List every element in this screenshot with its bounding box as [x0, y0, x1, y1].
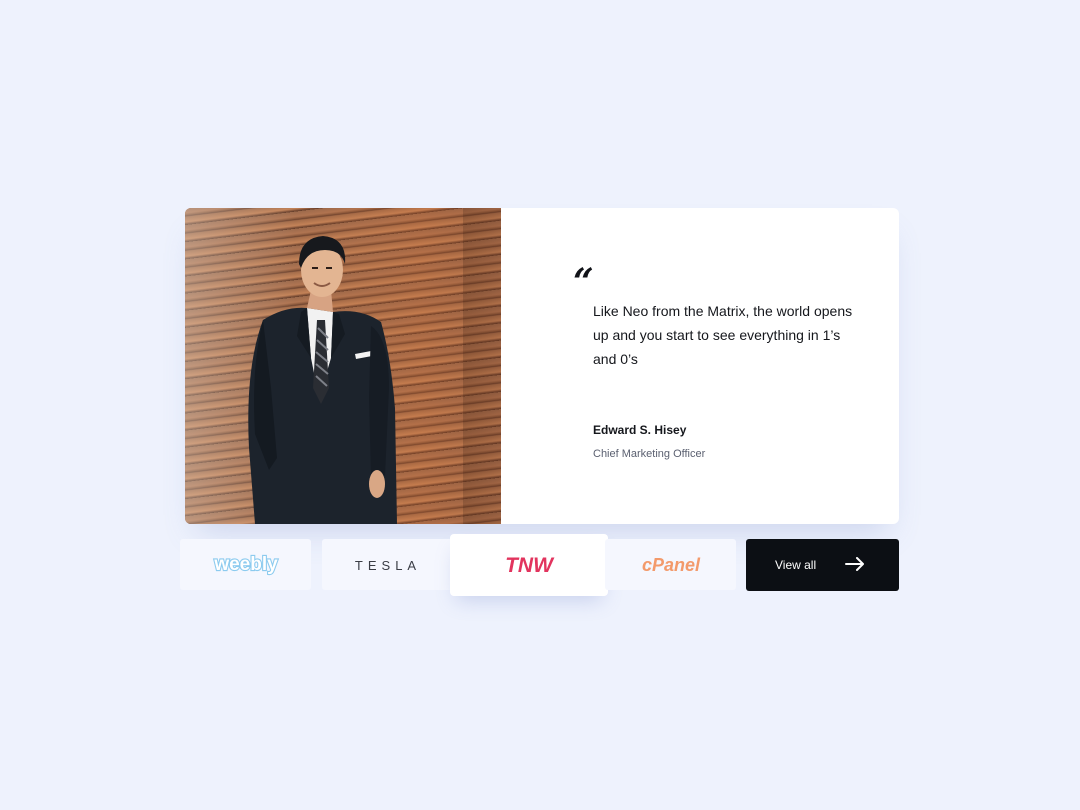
author-title: Chief Marketing Officer	[593, 448, 706, 460]
testimonial-card: “ Like Neo from the Matrix, the world op…	[185, 208, 899, 524]
logo-tile-tnw[interactable]: TNW	[450, 534, 608, 596]
svg-text:weebly: weebly	[213, 554, 278, 575]
weebly-logo: weebly	[212, 553, 279, 576]
logo-tile-tesla[interactable]: TESLA	[322, 539, 453, 590]
arrow-right-icon	[845, 557, 864, 571]
person-photo	[185, 208, 501, 524]
view-all-button[interactable]: View all	[746, 539, 899, 591]
logo-tile-weebly[interactable]: weebly	[180, 539, 311, 590]
tnw-logo: TNW	[505, 554, 555, 576]
testimonial-quote: Like Neo from the Matrix, the world open…	[593, 303, 853, 367]
svg-text:TNW: TNW	[505, 554, 555, 576]
view-all-label: View all	[775, 558, 817, 572]
svg-text:cPanel: cPanel	[641, 555, 700, 575]
logo-tile-cpanel[interactable]: cPanel	[605, 539, 736, 590]
cpanel-logo: cPanel	[641, 555, 700, 575]
quote-panel: “ Like Neo from the Matrix, the world op…	[501, 208, 899, 524]
tesla-logo: TESLA	[354, 558, 420, 572]
svg-text:TESLA: TESLA	[354, 558, 420, 572]
person-illustration	[248, 236, 397, 524]
author-name: Edward S. Hisey	[593, 423, 687, 437]
quote-mark-icon: “	[573, 261, 594, 303]
